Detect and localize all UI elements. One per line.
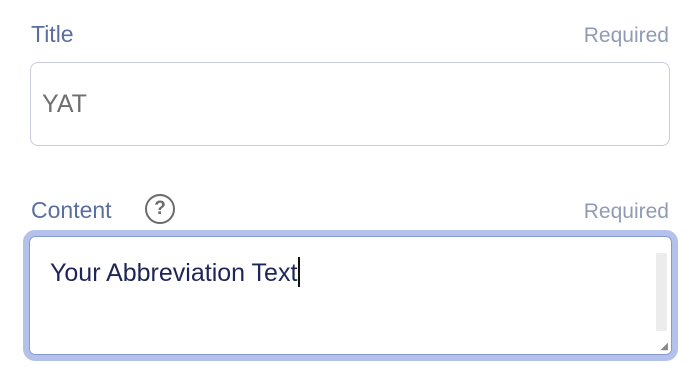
content-textarea[interactable]: Your Abbreviation Text ◢ [29, 236, 672, 355]
textarea-scrollbar[interactable] [656, 253, 667, 331]
resize-handle-icon[interactable]: ◢ [658, 342, 668, 352]
title-required-indicator: Required [583, 24, 669, 47]
title-label: Title [31, 21, 74, 47]
abbreviation-form: Title Required Content ? Required Your A… [0, 0, 694, 384]
content-required-indicator: Required [583, 200, 669, 223]
text-cursor [298, 257, 301, 287]
content-label: Content [31, 197, 112, 223]
content-textarea-focus-ring: Your Abbreviation Text ◢ [23, 230, 678, 361]
title-input[interactable] [30, 62, 670, 146]
content-textarea-value: Your Abbreviation Text [50, 259, 298, 287]
question-circle-icon[interactable]: ? [145, 194, 175, 224]
